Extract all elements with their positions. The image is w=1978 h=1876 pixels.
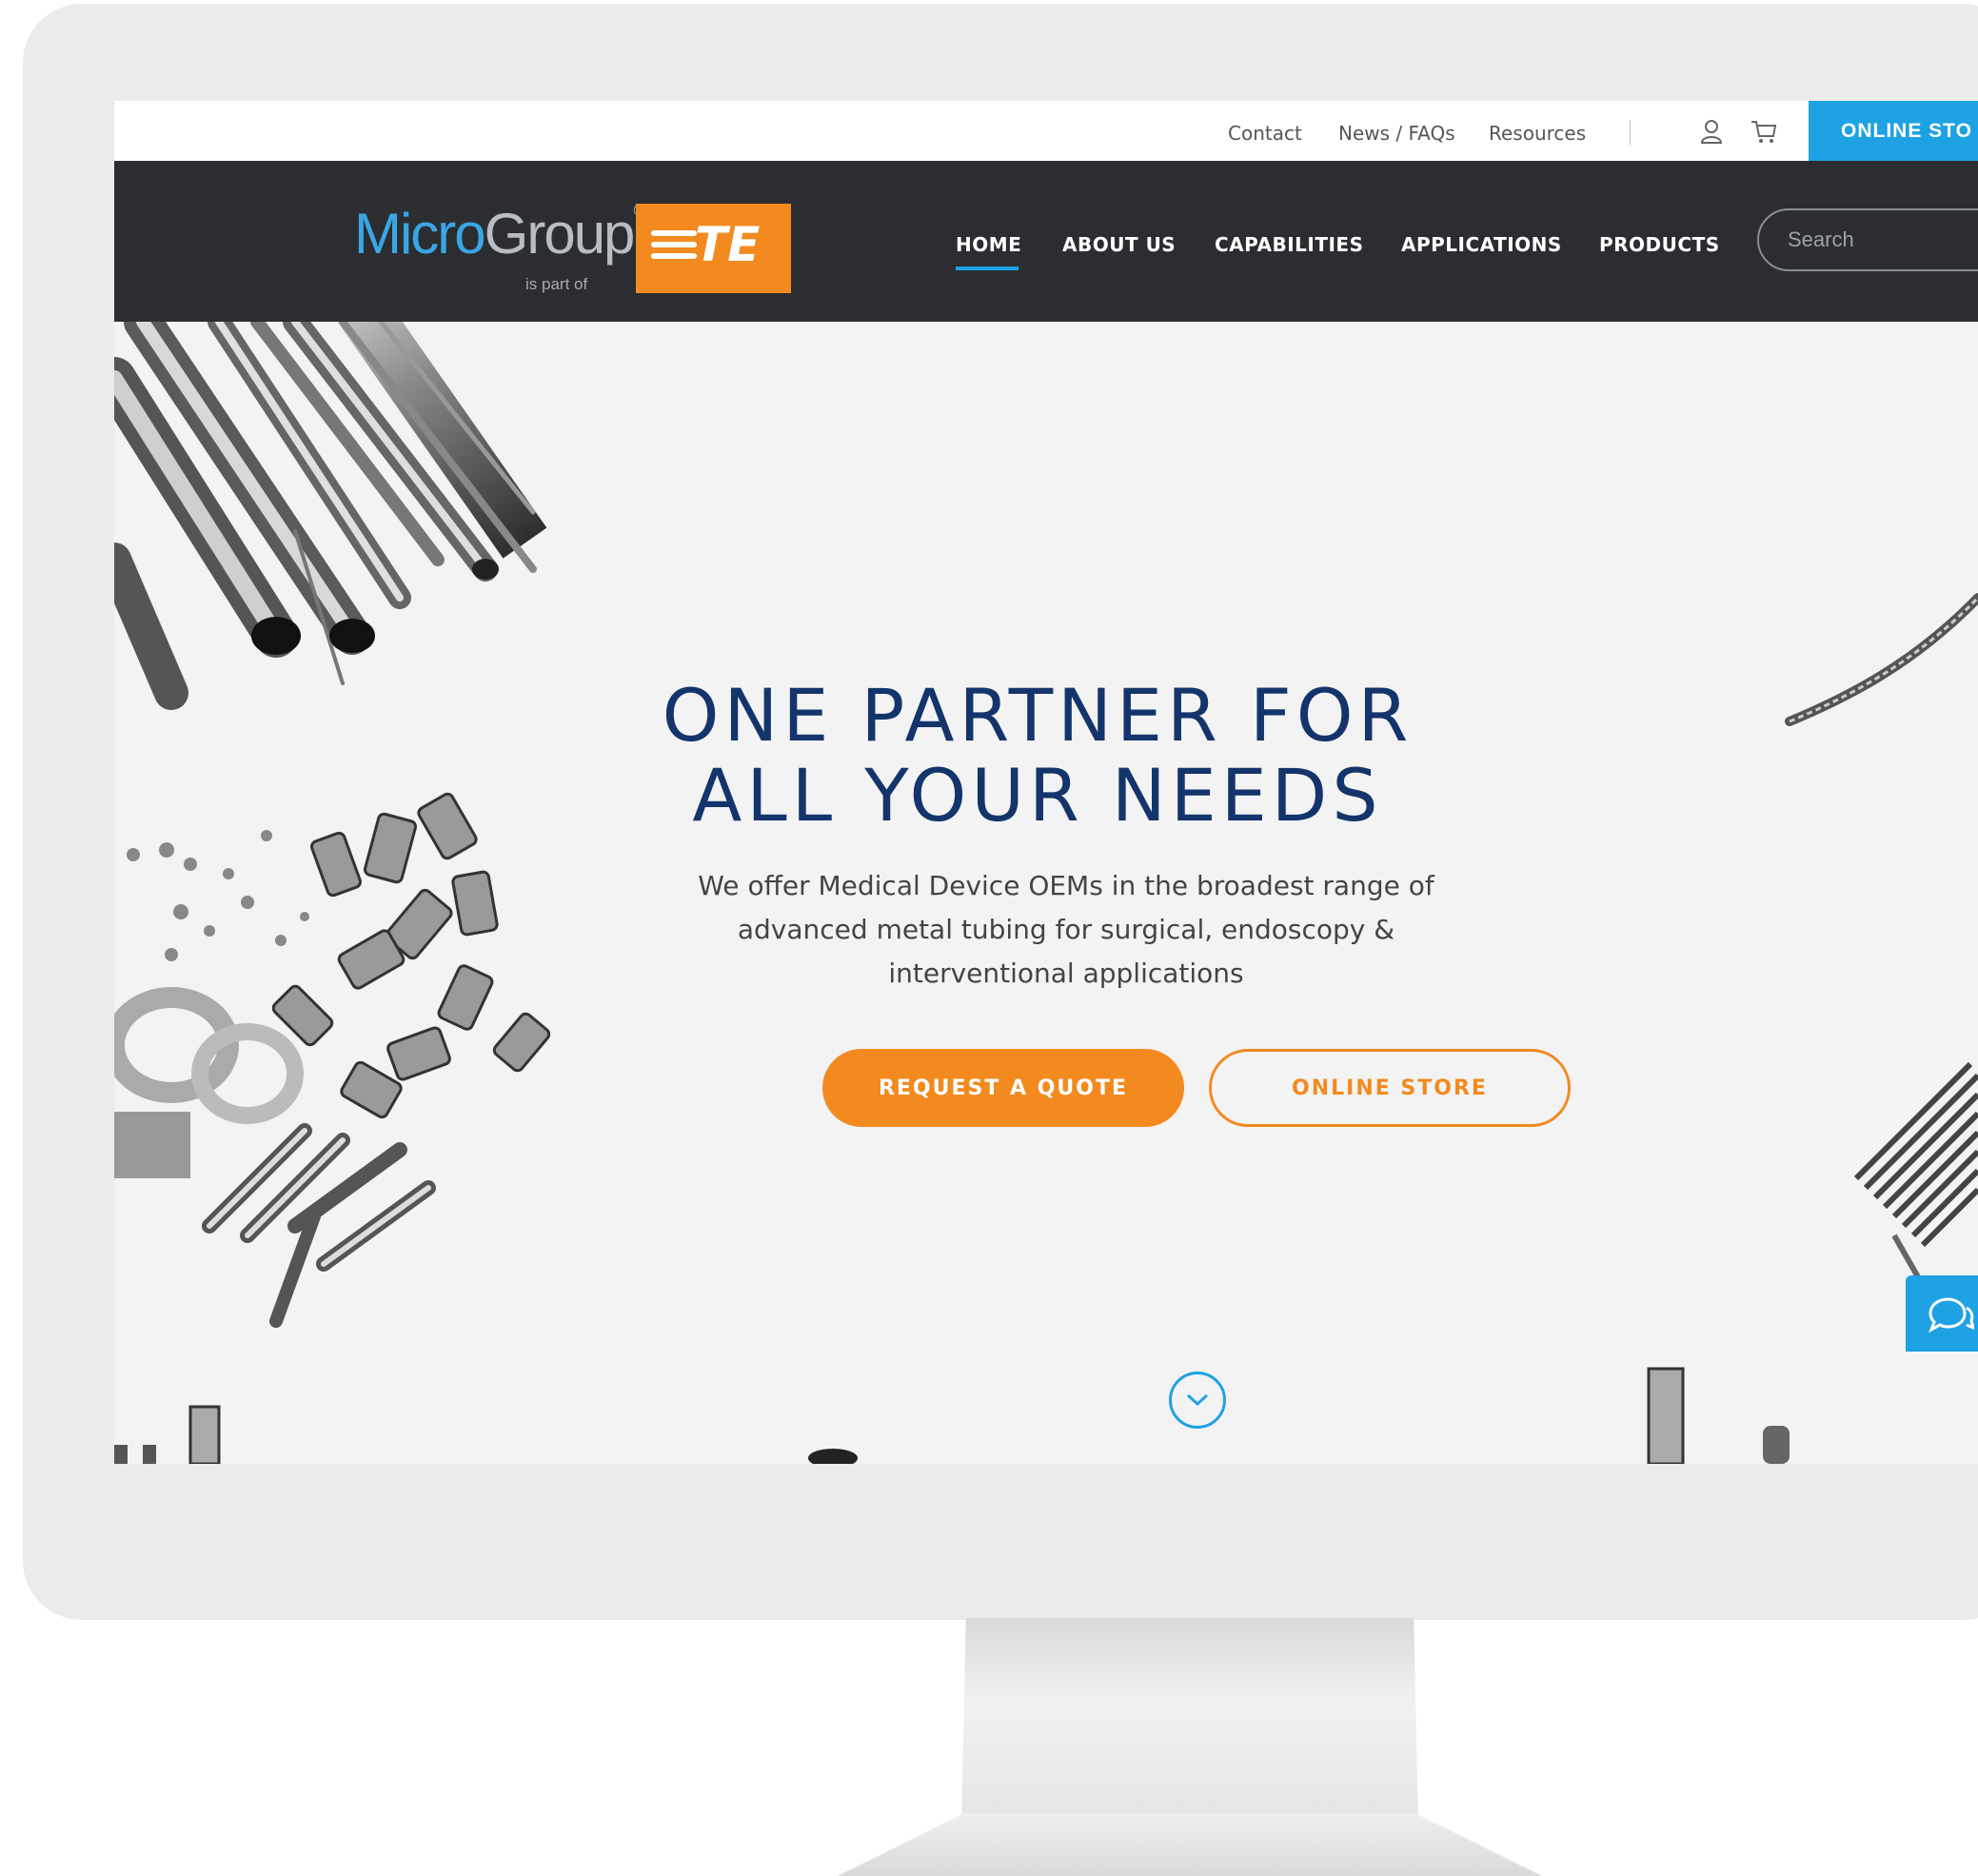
utility-divider — [1630, 120, 1631, 145]
online-store-button[interactable]: ONLINE STORE — [1209, 1049, 1571, 1127]
contact-link[interactable]: Contact — [1228, 122, 1302, 145]
te-logo[interactable]: TE — [636, 204, 791, 293]
website-screen: Contact News / FAQs Resources ONLINE STO… — [114, 101, 1978, 1464]
user-icon[interactable] — [1697, 117, 1726, 146]
utility-bar: Contact News / FAQs Resources ONLINE STO — [114, 101, 1978, 161]
logo-wordmark: MicroGroup® — [354, 201, 646, 267]
cart-icon[interactable] — [1750, 117, 1778, 146]
online-store-tab[interactable]: ONLINE STO — [1809, 101, 1978, 161]
logo-word-micro: Micro — [354, 202, 486, 266]
nav-products[interactable]: PRODUCTS — [1599, 233, 1720, 256]
logo-subtitle: is part of — [525, 275, 588, 293]
hero-section: ONE PARTNER FOR ALL YOUR NEEDS We offer … — [114, 322, 1978, 1464]
monitor-stand — [961, 1618, 1418, 1827]
te-logo-lines — [651, 230, 697, 265]
scroll-down-button[interactable] — [1169, 1372, 1226, 1429]
news-faqs-link[interactable]: News / FAQs — [1338, 122, 1455, 145]
te-logo-text: TE — [695, 217, 761, 272]
hero-title: ONE PARTNER FOR ALL YOUR NEEDS — [657, 676, 1418, 836]
hero-title-line-2: ALL YOUR NEEDS — [692, 753, 1383, 838]
main-navbar: MicroGroup® is part of TE HOME ABOUT US … — [114, 161, 1978, 322]
chat-button[interactable] — [1906, 1275, 1978, 1352]
monitor-base — [838, 1813, 1542, 1876]
hero-title-line-1: ONE PARTNER FOR — [662, 673, 1414, 758]
chat-icon — [1929, 1297, 1974, 1333]
nav-capabilities[interactable]: CAPABILITIES — [1215, 233, 1363, 256]
logo-word-group: Group — [484, 202, 636, 266]
search-input[interactable] — [1788, 226, 1978, 254]
chevron-down-icon — [1186, 1393, 1209, 1407]
nav-active-indicator — [956, 267, 1019, 270]
request-quote-button[interactable]: REQUEST A QUOTE — [822, 1049, 1184, 1127]
nav-about-us[interactable]: ABOUT US — [1062, 233, 1176, 256]
hero-description: We offer Medical Device OEMs in the broa… — [698, 870, 1434, 989]
search-box — [1757, 208, 1978, 271]
nav-applications[interactable]: APPLICATIONS — [1401, 233, 1562, 256]
resources-link[interactable]: Resources — [1489, 122, 1586, 145]
nav-home[interactable]: HOME — [956, 233, 1021, 256]
